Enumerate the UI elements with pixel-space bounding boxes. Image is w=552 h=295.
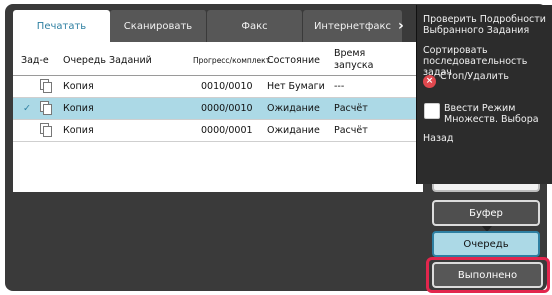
row-state: Ожидание xyxy=(267,125,320,136)
row-progress: 0000/0001 xyxy=(201,125,253,136)
header-queue: Очередь Заданий xyxy=(63,55,152,66)
copy-job-icon xyxy=(40,123,54,138)
header-state: Состояние xyxy=(267,55,320,66)
row-start-time: --- xyxy=(334,81,345,92)
done-button[interactable]: Выполнено xyxy=(432,262,543,288)
menu-item-details[interactable]: Проверить Подробности Выбранного Задания xyxy=(423,14,551,36)
action-menu: Проверить Подробности Выбранного Задания… xyxy=(416,5,552,184)
row-job-name: Копия xyxy=(63,81,94,92)
tab-internet-fax[interactable]: Интернетфакс xyxy=(303,10,403,42)
row-start-time: Расчёт xyxy=(334,125,368,136)
stop-icon: × xyxy=(423,75,436,88)
table-row[interactable]: Копия 0010/0010 Нет Бумаги --- xyxy=(13,76,423,98)
tab-scan[interactable]: Сканировать xyxy=(110,10,207,42)
job-list-header: Зад-е Очередь Заданий Прогресс/комплект … xyxy=(13,42,423,76)
queue-button[interactable]: Очередь xyxy=(432,231,540,257)
row-state: Ожидание xyxy=(267,103,320,114)
buffer-button[interactable]: Буфер xyxy=(432,200,540,226)
table-row[interactable]: Копия 0000/0001 Ожидание Расчёт xyxy=(13,120,423,142)
row-job-name: Копия xyxy=(63,103,94,114)
row-progress: 0010/0010 xyxy=(201,81,253,92)
tab-bar: Печатать Сканировать Факс Интернетфакс xyxy=(13,10,403,42)
menu-item-back[interactable]: Назад xyxy=(423,133,453,144)
row-progress: 0000/0010 xyxy=(201,103,253,114)
row-state: Нет Бумаги xyxy=(267,81,325,92)
row-job-name: Копия xyxy=(63,125,94,136)
multi-select-checkbox[interactable] xyxy=(424,103,440,119)
chevron-right-icon[interactable]: › xyxy=(398,17,412,35)
header-task: Зад-е xyxy=(21,55,49,66)
row-start-time: Расчёт xyxy=(334,103,368,114)
table-row-selected[interactable]: ✓ Копия 0000/0010 Ожидание Расчёт xyxy=(13,98,423,120)
copy-job-icon xyxy=(40,101,54,116)
menu-item-multi-select[interactable]: Ввести Режим Множеств. Выбора xyxy=(444,103,549,125)
copy-job-icon xyxy=(40,79,54,94)
header-progress: Прогресс/комплект xyxy=(193,56,271,65)
tab-print[interactable]: Печатать xyxy=(13,10,110,42)
menu-item-stop[interactable]: Стоп/Удалить xyxy=(440,71,509,82)
check-icon: ✓ xyxy=(23,103,31,114)
tab-fax[interactable]: Факс xyxy=(207,10,303,42)
header-start-time: Время запуска xyxy=(334,48,374,71)
job-queue-list: Зад-е Очередь Заданий Прогресс/комплект … xyxy=(13,42,423,192)
